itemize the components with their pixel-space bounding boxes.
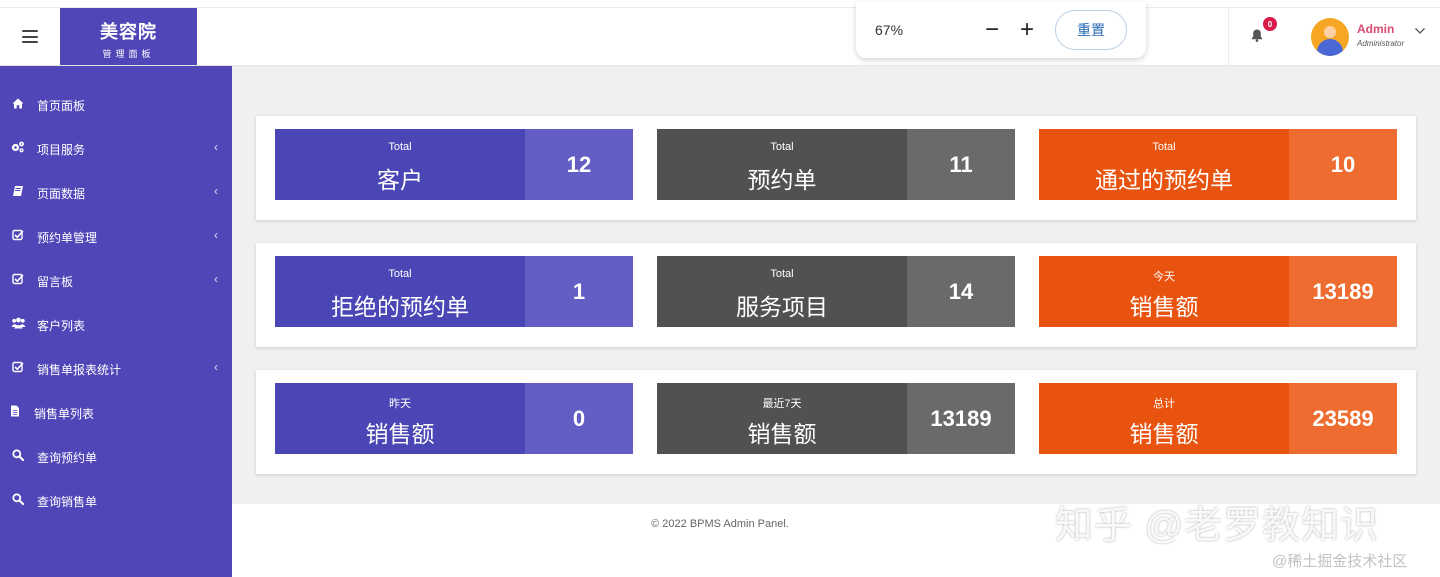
user-name: Admin	[1357, 22, 1395, 36]
search-icon	[10, 447, 26, 463]
stat-card-services[interactable]: Total 服务项目 14	[657, 256, 1015, 327]
file-icon	[7, 403, 23, 419]
zoom-reset-button[interactable]: 重置	[1055, 10, 1127, 50]
stat-card-customers[interactable]: Total 客户 12	[275, 129, 633, 200]
chevron-left-icon: ‹	[214, 272, 218, 286]
stat-title: 预约单	[747, 167, 817, 193]
stat-card-sales-total[interactable]: 总计销售额 23589	[1039, 383, 1397, 454]
sidebar: 首页面板 项目服务 ‹ 页面数据 ‹ 预约单管理 ‹ 留言板 ‹ 客户列表 销售…	[0, 66, 232, 577]
zoom-out-button[interactable]: −	[982, 16, 1002, 44]
stat-value: 11	[907, 129, 1015, 200]
zoom-popup: 67% − + 重置	[856, 2, 1146, 58]
checkbox-icon	[10, 271, 26, 287]
brand-title: 美容院	[100, 22, 157, 42]
stat-label: 总计	[1153, 398, 1175, 410]
sidebar-item-sales-list[interactable]: 销售单列表	[0, 390, 232, 434]
sidebar-item-sales-report[interactable]: 销售单报表统计 ‹	[0, 346, 232, 390]
stat-label: Total	[388, 141, 412, 153]
chevron-left-icon: ‹	[214, 360, 218, 374]
stat-title: 销售额	[1129, 294, 1199, 320]
brand-logo[interactable]: 美容院 管理面板	[60, 8, 197, 65]
notification-badge: 0	[1263, 17, 1277, 31]
stat-card-sales-last-7-days[interactable]: 最近7天销售额 13189	[657, 383, 1015, 454]
brand-subtitle: 管理面板	[102, 49, 155, 59]
stat-title: 客户	[377, 167, 423, 193]
stat-label: Total	[1152, 141, 1176, 153]
chevron-down-icon[interactable]	[1414, 26, 1426, 36]
stat-card-appointments[interactable]: Total 预约单 11	[657, 129, 1015, 200]
checkbox-icon	[10, 227, 26, 243]
stats-row-3: 昨天销售额 0 最近7天销售额 13189 总计销售额 23589	[256, 370, 1416, 474]
stat-value: 23589	[1289, 383, 1397, 454]
stat-card-sales-today[interactable]: 今天销售额 13189	[1039, 256, 1397, 327]
stat-label: Total	[388, 268, 412, 280]
dashboard-content: Total 客户 12 Total 预约单 11 Total 通过的预约单 10 To…	[232, 66, 1440, 504]
stat-label: 最近7天	[762, 398, 802, 410]
stat-value: 13189	[907, 383, 1015, 454]
browser-top-strip	[0, 0, 1440, 8]
zoom-in-button[interactable]: +	[1017, 16, 1037, 44]
stat-label: 昨天	[389, 398, 411, 410]
cogs-icon	[10, 139, 26, 155]
stat-card-rejected-appointments[interactable]: Total 拒绝的预约单 1	[275, 256, 633, 327]
hamburger-icon	[22, 30, 38, 43]
stat-title: 销售额	[747, 421, 817, 447]
sidebar-item-services[interactable]: 项目服务 ‹	[0, 126, 232, 170]
sidebar-item-customers[interactable]: 客户列表	[0, 302, 232, 346]
stat-label: Total	[770, 141, 794, 153]
stat-card-approved-appointments[interactable]: Total 通过的预约单 10	[1039, 129, 1397, 200]
menu-toggle-button[interactable]	[0, 8, 60, 65]
zoom-level: 67%	[875, 22, 904, 38]
sidebar-item-message-board[interactable]: 留言板 ‹	[0, 258, 232, 302]
stat-label: 今天	[1153, 271, 1175, 283]
sidebar-item-page-data[interactable]: 页面数据 ‹	[0, 170, 232, 214]
stat-card-sales-yesterday[interactable]: 昨天销售额 0	[275, 383, 633, 454]
stat-title: 销售额	[365, 421, 435, 447]
avatar[interactable]	[1311, 18, 1349, 56]
stat-value: 13189	[1289, 256, 1397, 327]
stat-title: 服务项目	[736, 294, 828, 320]
checkbox-icon	[10, 359, 26, 375]
book-icon	[10, 183, 26, 199]
stats-row-1: Total 客户 12 Total 预约单 11 Total 通过的预约单 10	[256, 116, 1416, 220]
chevron-left-icon: ‹	[214, 140, 218, 154]
sidebar-item-search-sales[interactable]: 查询销售单	[0, 478, 232, 522]
search-icon	[10, 491, 26, 507]
stat-value: 0	[525, 383, 633, 454]
sidebar-item-home[interactable]: 首页面板	[0, 82, 232, 126]
stat-value: 14	[907, 256, 1015, 327]
top-header: 美容院 管理面板 67% − + 重置 0 Admin Administrato…	[0, 0, 1440, 66]
stat-title: 通过的预约单	[1095, 167, 1233, 193]
sidebar-item-appointments[interactable]: 预约单管理 ‹	[0, 214, 232, 258]
user-role: Administrator	[1357, 39, 1405, 48]
header-divider	[1228, 8, 1229, 65]
bell-icon	[1251, 29, 1263, 42]
notifications-button[interactable]: 0	[1244, 17, 1277, 48]
stat-label: Total	[770, 268, 794, 280]
stat-value: 10	[1289, 129, 1397, 200]
chevron-left-icon: ‹	[214, 228, 218, 242]
sidebar-item-search-appointments[interactable]: 查询预约单	[0, 434, 232, 478]
stat-value: 1	[525, 256, 633, 327]
stat-value: 12	[525, 129, 633, 200]
stat-title: 拒绝的预约单	[331, 294, 469, 320]
watermark-zhihu: 知乎 @老罗教知识	[1055, 505, 1380, 547]
user-menu[interactable]: Admin Administrator	[1357, 22, 1404, 48]
users-icon	[10, 315, 26, 331]
chevron-left-icon: ‹	[214, 184, 218, 198]
watermark-juejin: @稀土掘金技术社区	[1272, 553, 1408, 570]
home-icon	[10, 95, 26, 111]
stats-row-2: Total 拒绝的预约单 1 Total 服务项目 14 今天销售额 13189	[256, 243, 1416, 347]
stat-title: 销售额	[1129, 421, 1199, 447]
